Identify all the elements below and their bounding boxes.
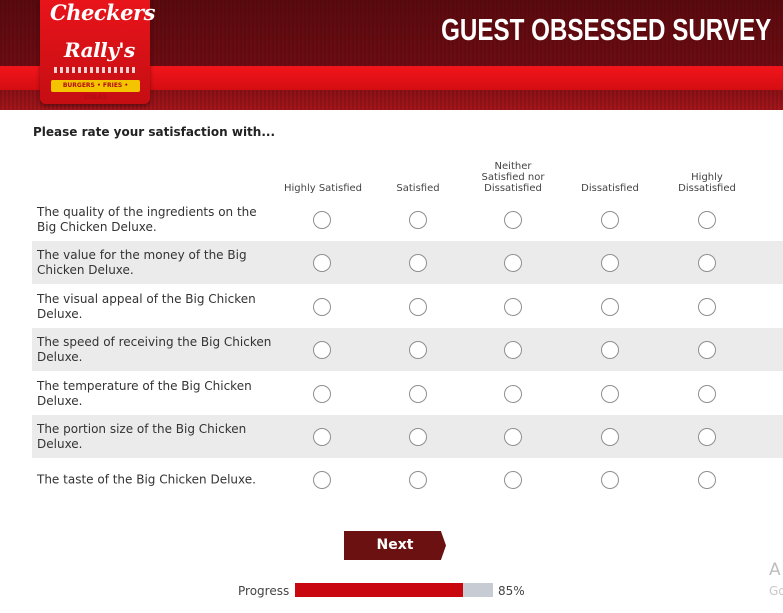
progress-bar-fill: [295, 583, 464, 597]
next-button[interactable]: Next: [344, 531, 446, 560]
radio-dissatisfied[interactable]: [601, 384, 619, 403]
radio-highly-dissatisfied[interactable]: [698, 470, 716, 489]
rating-row-temperature: The temperature of the Big Chicken Delux…: [32, 372, 783, 415]
radio-dissatisfied[interactable]: [601, 340, 619, 359]
radio-satisfied[interactable]: [409, 384, 427, 403]
row-label: The visual appeal of the Big Chicken Del…: [37, 291, 256, 321]
column-header-satisfied: Satisfied: [396, 183, 440, 194]
row-label: The temperature of the Big Chicken Delux…: [37, 378, 252, 408]
logo-rallys-text: Rally's: [64, 38, 135, 62]
progress-label: Progress: [238, 584, 290, 598]
radio-highly-dissatisfied[interactable]: [698, 427, 716, 446]
question-title: Please rate your satisfaction with...: [33, 125, 276, 139]
rating-row-portion-size: The portion size of the Big Chicken Delu…: [32, 415, 783, 458]
column-header-dissatisfied: Dissatisfied: [581, 183, 639, 194]
rating-row-quality: The quality of the ingredients on the Bi…: [32, 198, 783, 241]
column-header-highly-satisfied: Highly Satisfied: [283, 183, 363, 194]
column-header-neither: Neither Satisfied nor Dissatisfied: [481, 161, 545, 194]
radio-highly-dissatisfied[interactable]: [698, 253, 716, 272]
radio-dissatisfied[interactable]: [601, 210, 619, 229]
row-label: The portion size of the Big Chicken Delu…: [37, 421, 247, 451]
radio-dissatisfied[interactable]: [601, 427, 619, 446]
radio-highly-satisfied[interactable]: [313, 210, 331, 229]
radio-neither[interactable]: [504, 297, 522, 316]
radio-highly-dissatisfied[interactable]: [698, 297, 716, 316]
radio-highly-dissatisfied[interactable]: [698, 384, 716, 403]
progress-bar: [295, 583, 493, 597]
row-label: The value for the money of the Big Chick…: [37, 247, 247, 277]
row-label: The speed of receiving the Big Chicken D…: [37, 334, 272, 364]
brand-logo: Checkers Rally's BURGERS • FRIES • COLAS: [40, 0, 155, 104]
radio-satisfied[interactable]: [409, 253, 427, 272]
logo-checkers-text: Checkers: [50, 0, 155, 25]
radio-highly-dissatisfied[interactable]: [698, 210, 716, 229]
rating-row-visual-appeal: The visual appeal of the Big Chicken Del…: [32, 285, 783, 328]
radio-satisfied[interactable]: [409, 210, 427, 229]
row-label: The quality of the ingredients on the Bi…: [37, 204, 257, 234]
column-header-highly-dissatisfied: Highly Dissatisfied: [678, 172, 736, 194]
row-label: The taste of the Big Chicken Deluxe.: [37, 472, 256, 486]
radio-neither[interactable]: [504, 470, 522, 489]
logo-checker-pattern: [54, 67, 136, 73]
radio-dissatisfied[interactable]: [601, 253, 619, 272]
radio-dissatisfied[interactable]: [601, 297, 619, 316]
radio-neither[interactable]: [504, 340, 522, 359]
logo-tagline: BURGERS • FRIES • COLAS: [51, 80, 140, 101]
radio-highly-satisfied[interactable]: [313, 384, 331, 403]
radio-satisfied[interactable]: [409, 297, 427, 316]
radio-highly-satisfied[interactable]: [313, 470, 331, 489]
progress-percent: 85%: [498, 584, 525, 598]
watermark-text-1: A: [769, 560, 781, 580]
radio-neither[interactable]: [504, 384, 522, 403]
radio-highly-dissatisfied[interactable]: [698, 340, 716, 359]
radio-neither[interactable]: [504, 253, 522, 272]
radio-dissatisfied[interactable]: [601, 470, 619, 489]
watermark-text-2: Go: [769, 584, 783, 598]
rating-row-speed: The speed of receiving the Big Chicken D…: [32, 328, 783, 371]
radio-highly-satisfied[interactable]: [313, 297, 331, 316]
radio-satisfied[interactable]: [409, 470, 427, 489]
survey-title: GUEST OBSESSED SURVEY: [440, 12, 771, 47]
radio-highly-satisfied[interactable]: [313, 340, 331, 359]
radio-neither[interactable]: [504, 427, 522, 446]
site-header: Checkers Rally's BURGERS • FRIES • COLAS…: [0, 0, 783, 110]
radio-satisfied[interactable]: [409, 427, 427, 446]
radio-satisfied[interactable]: [409, 340, 427, 359]
radio-highly-satisfied[interactable]: [313, 253, 331, 272]
radio-highly-satisfied[interactable]: [313, 427, 331, 446]
radio-neither[interactable]: [504, 210, 522, 229]
rating-row-taste: The taste of the Big Chicken Deluxe.: [32, 458, 783, 501]
rating-row-value: The value for the money of the Big Chick…: [32, 241, 783, 284]
